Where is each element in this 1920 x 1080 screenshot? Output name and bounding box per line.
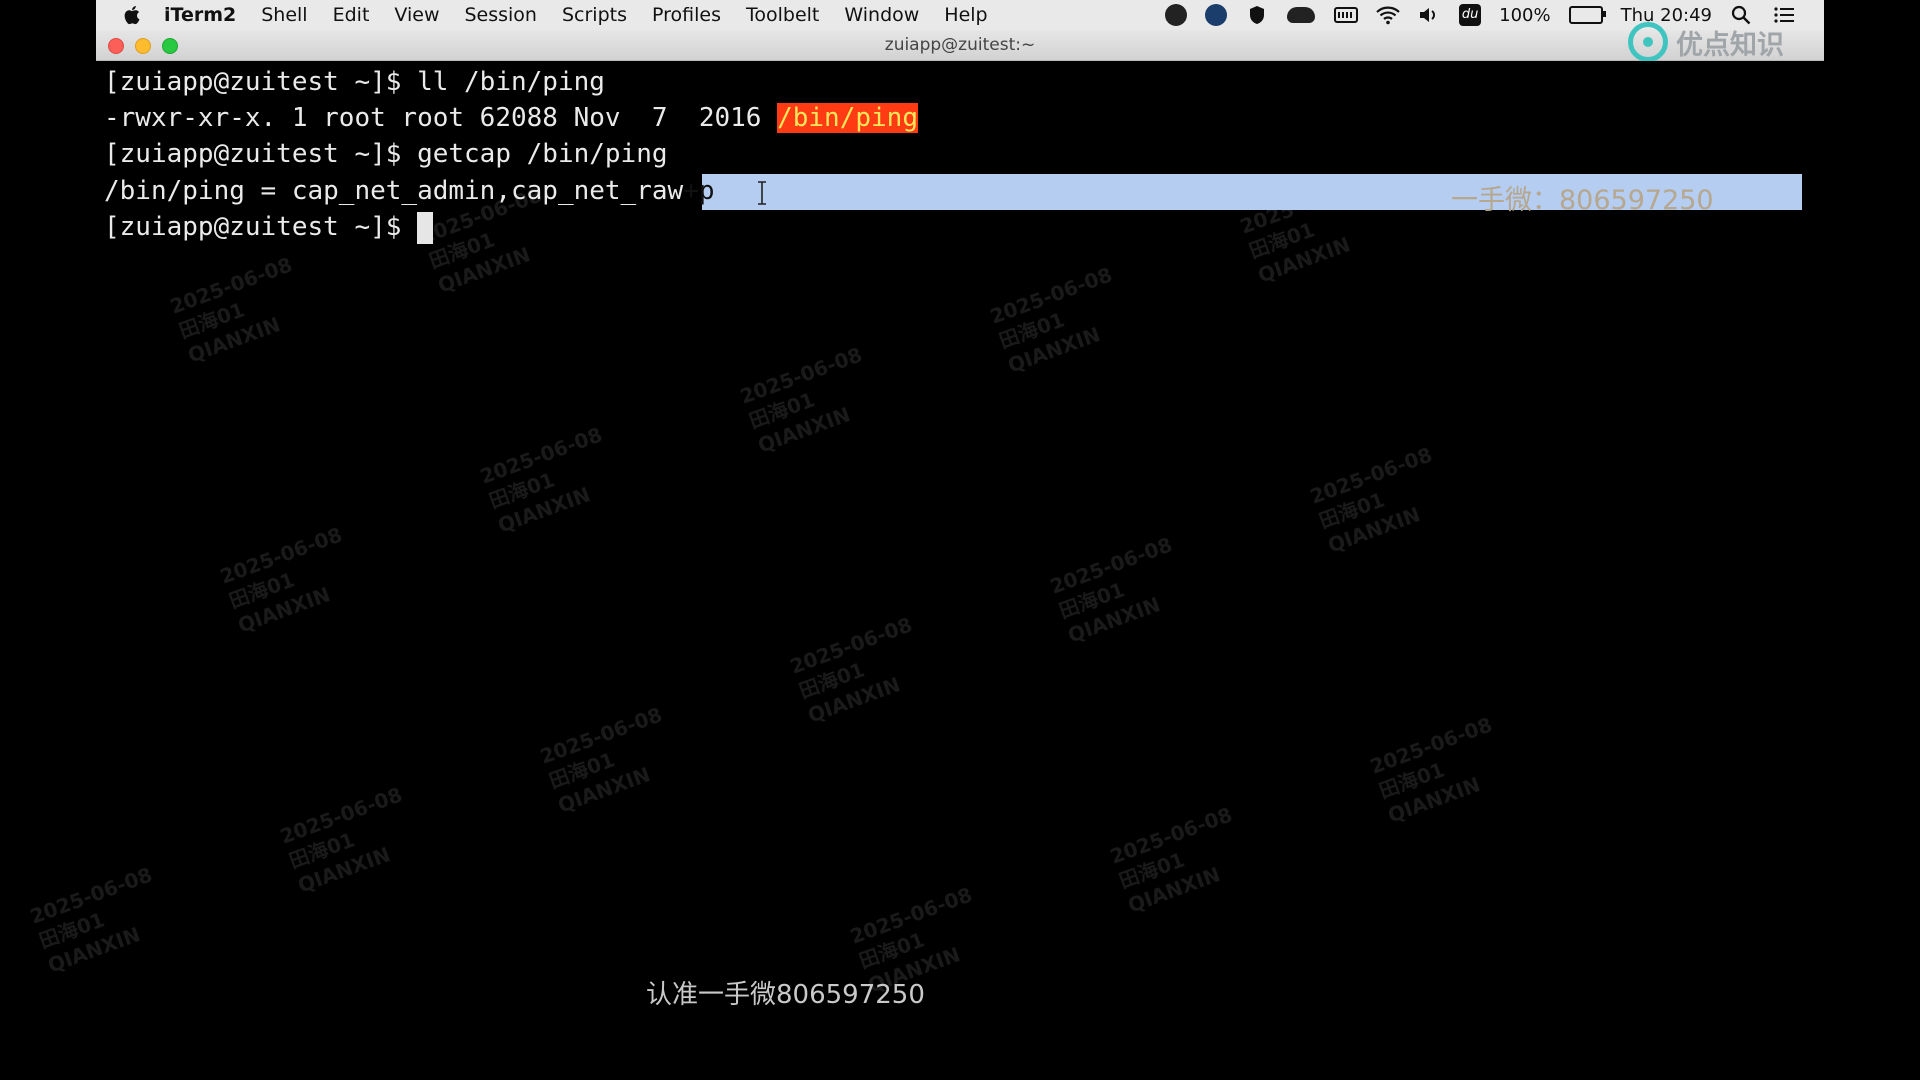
keyboard-status-icon[interactable] <box>1333 4 1359 26</box>
menu-window[interactable]: Window <box>844 4 919 26</box>
apple-menu-icon[interactable] <box>122 4 144 26</box>
terminal-line-4: /bin/ping = cap_net_admin,cap_net_raw+p <box>104 173 715 209</box>
watermark: 2025-06-08 田海01 QIANXIN <box>1306 442 1436 558</box>
shield-status-icon[interactable] <box>1245 4 1269 26</box>
menu-app-name[interactable]: iTerm2 <box>164 4 236 26</box>
watermark: 2025-06-08 田海01 QIANXIN <box>166 252 296 368</box>
prompt-text: [zuiapp@zuitest ~]$ <box>104 212 418 242</box>
screen: iTerm2 Shell Edit View Session Scripts P… <box>27 0 1824 1080</box>
brand-logo: 优点知识 <box>1628 22 1784 62</box>
terminal-cursor <box>417 211 434 244</box>
contact-watermark-bottom: 认准一手微806597250 <box>646 980 925 1010</box>
volume-icon[interactable] <box>1417 4 1441 26</box>
window-title: zuiapp@zuitest:~ <box>884 35 1036 55</box>
battery-icon[interactable] <box>1568 6 1606 24</box>
watermark: 2025-06-08 田海01 QIANXIN <box>26 862 156 978</box>
getcap-output-text: /bin/ping = cap_net_admin,cap_net_raw <box>104 176 684 206</box>
terminal-pane[interactable]: 2025-06-08 田海01 QIANXIN 2025-06-08 田海01 … <box>27 61 1824 1080</box>
cloud-status-icon[interactable] <box>1287 7 1316 23</box>
watermark: 2025-06-08 田海01 QIANXIN <box>536 702 666 818</box>
terminal-line-3: [zuiapp@zuitest ~]$ getcap /bin/ping <box>104 139 668 169</box>
watermark: 2025-06-08 田海01 QIANXIN <box>786 612 916 728</box>
window-title-bar[interactable]: zuiapp@zuitest:~ <box>96 30 1824 61</box>
terminal-line-5: [zuiapp@zuitest ~]$ <box>104 209 434 245</box>
watermark: 2025-06-08 田海01 QIANXIN <box>216 522 346 638</box>
menu-shell[interactable]: Shell <box>261 4 307 26</box>
menu-view[interactable]: View <box>394 4 439 26</box>
wifi-icon[interactable] <box>1375 4 1400 26</box>
selected-text: +p <box>683 176 715 206</box>
logo-ring-icon <box>1628 22 1668 62</box>
watermark: 2025-06-08 田海01 QIANXIN <box>1046 532 1176 648</box>
watermark: 2025-06-08 田海01 QIANXIN <box>1106 802 1236 918</box>
watermark: 2025-06-08 田海01 QIANXIN <box>276 782 406 898</box>
du-app-icon[interactable]: du <box>1459 4 1482 26</box>
menu-session[interactable]: Session <box>464 4 537 26</box>
ibeam-cursor-icon <box>758 181 766 205</box>
watermark: 2025-06-08 田海01 QIANXIN <box>1366 712 1496 828</box>
menu-toolbelt[interactable]: Toolbelt <box>746 4 819 26</box>
watermark: 2025-06-08 田海01 QIANXIN <box>736 342 866 458</box>
menu-edit[interactable]: Edit <box>333 4 370 26</box>
menu-profiles[interactable]: Profiles <box>652 4 721 26</box>
terminal-line-1: [zuiapp@zuitest ~]$ ll /bin/ping <box>104 67 605 97</box>
menu-bar: iTerm2 Shell Edit View Session Scripts P… <box>96 0 1824 30</box>
terminal-line-2: -rwxr-xr-x. 1 root root 62088 Nov 7 2016… <box>104 100 918 136</box>
watermark: 2025-06-08 田海01 QIANXIN <box>986 262 1116 378</box>
ls-output-text: -rwxr-xr-x. 1 root root 62088 Nov 7 2016 <box>104 103 778 133</box>
contact-watermark-top: 一手微：806597250 <box>1451 185 1714 216</box>
highlighted-path: /bin/ping <box>777 103 918 133</box>
app-status-icon[interactable] <box>1165 4 1188 26</box>
battery-percent: 100% <box>1499 4 1551 26</box>
menu-scripts[interactable]: Scripts <box>562 4 627 26</box>
globe-status-icon[interactable] <box>1205 4 1228 26</box>
menu-help[interactable]: Help <box>944 4 987 26</box>
watermark: 2025-06-08 田海01 QIANXIN <box>476 422 606 538</box>
logo-text: 优点知识 <box>1676 29 1784 61</box>
